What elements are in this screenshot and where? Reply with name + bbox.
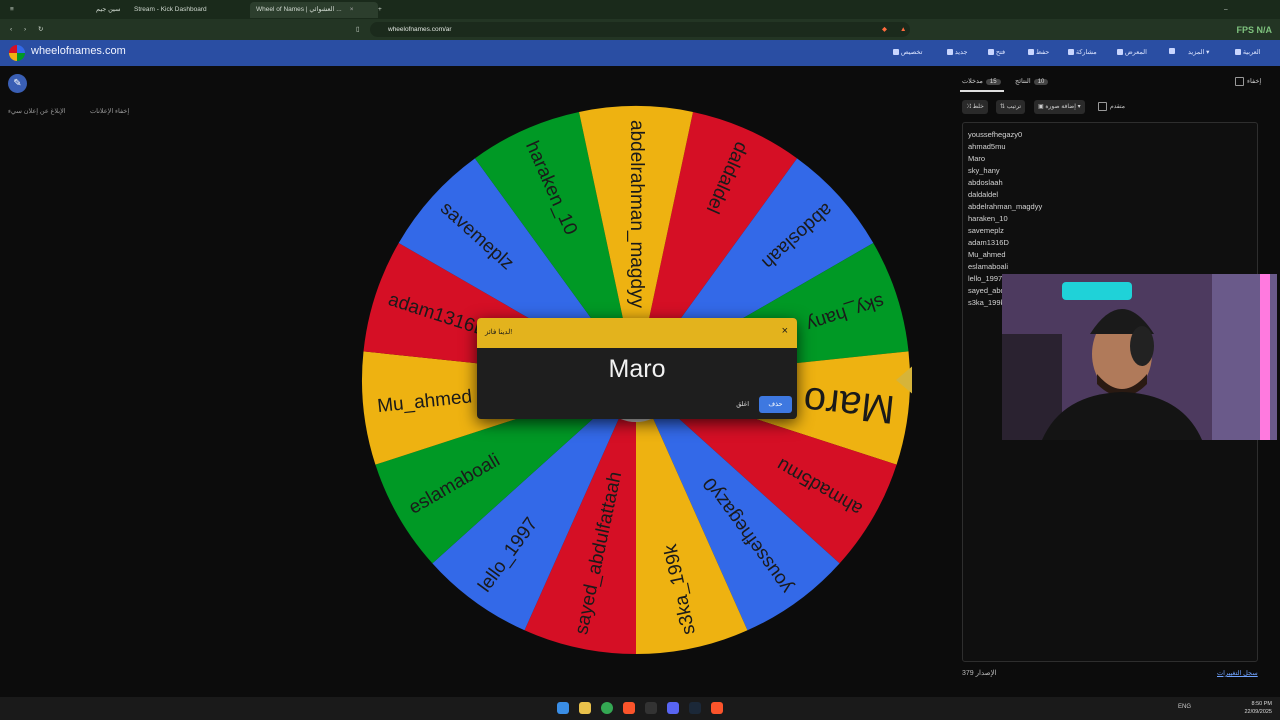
- brave-rewards-icon[interactable]: ▲: [894, 22, 912, 38]
- entry-item: abdoslaah: [968, 178, 1003, 187]
- os-taskbar: ENG 8:50 PM 22/09/2025: [0, 697, 1280, 720]
- language-indicator[interactable]: ENG: [1178, 704, 1191, 710]
- add-image-dropdown[interactable]: ▣ إضافة صورة ▾: [1034, 100, 1085, 114]
- changelog-link[interactable]: سجل التغييرات: [1217, 669, 1258, 677]
- nav-gallery[interactable]: المعرض: [1114, 48, 1147, 56]
- nav-customize[interactable]: تخصيص: [890, 48, 922, 56]
- brave-active-icon[interactable]: [711, 702, 723, 714]
- hide-sidebar-toggle[interactable]: إخفاء: [1235, 77, 1261, 86]
- tab-entries[interactable]: مدخلات 15: [962, 77, 1001, 85]
- entry-item: daldaldel: [968, 190, 999, 199]
- close-tab-icon[interactable]: ×: [350, 6, 354, 13]
- winner-dialog-header: لدينا فائز! ×: [477, 318, 797, 348]
- entry-item: youssefhegazy0: [968, 130, 1023, 139]
- nav-share[interactable]: مشاركة: [1065, 48, 1097, 56]
- brave-icon[interactable]: [623, 702, 635, 714]
- tab-results[interactable]: النتائج 10: [1015, 77, 1049, 85]
- nav-save[interactable]: حفظ: [1025, 48, 1049, 56]
- advanced-checkbox[interactable]: [1098, 101, 1107, 111]
- forward-icon[interactable]: ›: [18, 22, 32, 38]
- nav-open[interactable]: فتح: [985, 48, 1005, 56]
- windows-start-icon[interactable]: [557, 702, 569, 714]
- entry-item: haraken_10: [968, 214, 1008, 223]
- streamer-camera-image: [1002, 274, 1277, 440]
- sort-icon: ⇅: [1000, 104, 1006, 110]
- steam-icon[interactable]: [689, 702, 701, 714]
- file-icon: [947, 49, 953, 56]
- active-tab-indicator: [960, 90, 1004, 92]
- back-icon[interactable]: ‹: [4, 22, 18, 38]
- reload-icon[interactable]: ↻: [32, 22, 49, 38]
- entry-item: sky_hany: [968, 166, 1000, 175]
- edit-pencil-button[interactable]: ✎: [8, 74, 27, 93]
- entry-item: eslamaboali: [968, 262, 1009, 271]
- entry-item: savemeplz: [968, 226, 1004, 235]
- folder-icon: [988, 49, 994, 56]
- brand-title[interactable]: wheelofnames.com: [31, 45, 126, 57]
- file-explorer-icon[interactable]: [579, 702, 591, 714]
- chrome-icon[interactable]: [601, 702, 613, 714]
- entry-item: adam1316D: [968, 238, 1009, 247]
- close-icon[interactable]: ×: [782, 325, 788, 337]
- browser-menu-icon[interactable]: ≡: [4, 2, 20, 18]
- minimize-icon[interactable]: –: [1218, 2, 1234, 18]
- fullscreen-icon: [1169, 48, 1175, 55]
- nav-fullscreen[interactable]: [1166, 48, 1175, 55]
- entry-item: Mu_ahmed: [968, 250, 1006, 259]
- shuffle-button[interactable]: ⤨ خلط: [962, 100, 988, 114]
- clock[interactable]: 8:50 PM 22/09/2025: [1244, 700, 1272, 716]
- brave-shield-icon[interactable]: ◆: [876, 22, 893, 38]
- shuffle-icon: ⤨: [966, 104, 971, 110]
- entry-item: ahmad5mu: [968, 142, 1006, 151]
- wheel-slice-label: abdelrahman_magdyy: [626, 120, 647, 309]
- nav-new[interactable]: جديد: [944, 48, 967, 56]
- new-tab-icon[interactable]: +: [372, 2, 388, 18]
- pencil-icon: ✎: [13, 78, 22, 89]
- bookmark-icon[interactable]: ▯: [350, 22, 366, 38]
- results-count-badge: 10: [1033, 79, 1049, 85]
- close-dialog-button[interactable]: اغلق: [736, 396, 749, 413]
- chevron-down-icon: ▾: [1077, 104, 1081, 110]
- version-label: الإصدار 379: [962, 670, 997, 677]
- hide-checkbox[interactable]: [1235, 77, 1244, 86]
- hide-ads-link[interactable]: إخفاء الإعلانات: [90, 107, 129, 115]
- palette-icon: [893, 49, 899, 56]
- save-icon: [1028, 49, 1034, 56]
- url-input[interactable]: wheelofnames.com/ar: [370, 22, 910, 37]
- entries-count-badge: 15: [985, 79, 1001, 85]
- nav-more[interactable]: المزيد ▾: [1188, 48, 1209, 56]
- app-header: wheelofnames.com تخصيص جديد فتح حفظ مشار…: [0, 40, 1280, 66]
- winner-dialog-title: لدينا فائز!: [485, 329, 513, 336]
- fps-counter: FPS N/A: [1236, 25, 1272, 35]
- sidebar-tabs: مدخلات 15 النتائج 10 إخفاء: [955, 72, 1280, 92]
- entry-item: s3ka_199k: [968, 298, 1005, 307]
- entry-item: Maro: [968, 154, 986, 163]
- winner-name: Maro: [608, 355, 666, 383]
- report-ad-link[interactable]: الإبلاغ عن إعلان سيء: [8, 107, 66, 115]
- sort-button[interactable]: ⇅ ترتيب: [996, 100, 1026, 114]
- browser-tab-2[interactable]: Stream - Kick Dashboard: [128, 2, 213, 18]
- winner-dialog: لدينا فائز! × Maro اغلق حذف: [477, 318, 797, 419]
- entry-item: abdelrahman_magdyy: [968, 202, 1043, 211]
- entry-item: lello_1997: [968, 274, 1003, 283]
- browser-tab-3[interactable]: Wheel of Names | العشوائي ... ×: [250, 2, 378, 18]
- sidebar-toolbar: ⤨ خلط ⇅ ترتيب ▣ إضافة صورة ▾ متقدم: [962, 100, 1262, 114]
- nav-language[interactable]: العربية: [1232, 48, 1261, 56]
- image-icon: ▣: [1038, 104, 1044, 110]
- remove-winner-button[interactable]: حذف: [759, 396, 792, 413]
- advanced-toggle[interactable]: متقدم: [1098, 100, 1125, 114]
- globe-icon: [1235, 49, 1241, 56]
- share-icon: [1068, 49, 1074, 56]
- browser-tab-1[interactable]: سين جيم: [90, 2, 126, 18]
- webcam-overlay: [1002, 274, 1277, 440]
- search-icon: [1117, 49, 1123, 56]
- wheel-logo-icon: [9, 45, 25, 61]
- browser-tab-bar: ≡ سين جيم Stream - Kick Dashboard Wheel …: [0, 0, 1280, 19]
- app-icon[interactable]: [645, 702, 657, 714]
- discord-icon[interactable]: [667, 702, 679, 714]
- address-bar-row: ‹ › ↻ ▯ wheelofnames.com/ar ◆ ▲ FPS N/A: [0, 19, 1280, 40]
